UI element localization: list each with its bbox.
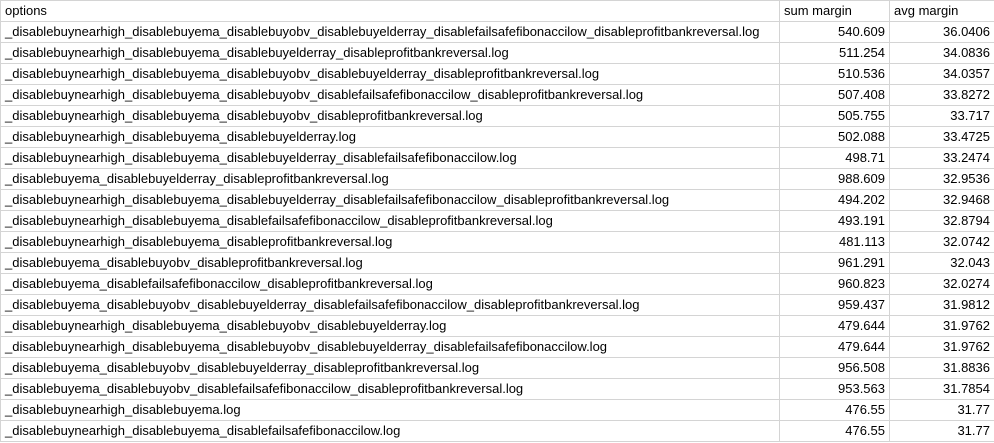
avg-margin-cell[interactable]: 33.2474 <box>889 147 994 169</box>
options-cell[interactable]: _disablebuynearhigh_disablebuyema_disabl… <box>0 21 780 43</box>
sum-margin-cell[interactable]: 494.202 <box>779 189 890 211</box>
avg-margin-cell[interactable]: 31.9762 <box>889 315 994 337</box>
avg-margin-cell[interactable]: 32.0742 <box>889 231 994 253</box>
options-cell[interactable]: _disablebuyema_disablebuyobv_disablebuye… <box>0 357 780 379</box>
options-cell[interactable]: _disablebuynearhigh_disablebuyema.log <box>0 399 780 421</box>
options-cell[interactable]: _disablebuynearhigh_disablebuyema_disabl… <box>0 315 780 337</box>
sum-margin-cell[interactable]: 540.609 <box>779 21 890 43</box>
table-row: _disablebuynearhigh_disablebuyema_disabl… <box>0 105 994 127</box>
table-row: _disablebuynearhigh_disablebuyema_disabl… <box>0 336 994 358</box>
sum-margin-cell[interactable]: 953.563 <box>779 378 890 400</box>
sum-margin-cell[interactable]: 481.113 <box>779 231 890 253</box>
avg-margin-cell[interactable]: 31.77 <box>889 420 994 442</box>
avg-margin-cell[interactable]: 34.0357 <box>889 63 994 85</box>
table-row: _disablebuynearhigh_disablebuyema_disabl… <box>0 42 994 64</box>
results-table: options sum margin avg margin _disablebu… <box>0 0 994 442</box>
avg-margin-cell[interactable]: 31.9812 <box>889 294 994 316</box>
table-row: _disablebuyema_disablebuyobv_disableprof… <box>0 252 994 274</box>
avg-margin-cell[interactable]: 32.9468 <box>889 189 994 211</box>
avg-margin-cell[interactable]: 32.9536 <box>889 168 994 190</box>
avg-margin-cell[interactable]: 33.4725 <box>889 126 994 148</box>
table-row: _disablebuyema_disablebuyobv_disablebuye… <box>0 294 994 316</box>
avg-margin-cell[interactable]: 34.0836 <box>889 42 994 64</box>
options-cell[interactable]: _disablebuynearhigh_disablebuyema_disabl… <box>0 336 780 358</box>
table-row: _disablebuynearhigh_disablebuyema_disabl… <box>0 84 994 106</box>
sum-margin-cell[interactable]: 959.437 <box>779 294 890 316</box>
options-cell[interactable]: _disablebuyema_disablebuyobv_disablefail… <box>0 378 780 400</box>
header-avg-margin[interactable]: avg margin <box>889 0 994 22</box>
table-row: _disablebuynearhigh_disablebuyema_disabl… <box>0 147 994 169</box>
header-row: options sum margin avg margin <box>0 0 994 22</box>
avg-margin-cell[interactable]: 33.8272 <box>889 84 994 106</box>
sum-margin-cell[interactable]: 479.644 <box>779 315 890 337</box>
avg-margin-cell[interactable]: 36.0406 <box>889 21 994 43</box>
header-options[interactable]: options <box>0 0 780 22</box>
table-row: _disablebuynearhigh_disablebuyema.log 476… <box>0 399 994 421</box>
options-cell[interactable]: _disablebuynearhigh_disablebuyema_disabl… <box>0 126 780 148</box>
options-cell[interactable]: _disablebuynearhigh_disablebuyema_disabl… <box>0 420 780 442</box>
table-row: _disablebuynearhigh_disablebuyema_disabl… <box>0 63 994 85</box>
avg-margin-cell[interactable]: 31.8836 <box>889 357 994 379</box>
sum-margin-cell[interactable]: 956.508 <box>779 357 890 379</box>
avg-margin-cell[interactable]: 32.0274 <box>889 273 994 295</box>
table-row: _disablebuynearhigh_disablebuyema_disabl… <box>0 210 994 232</box>
table-row: _disablebuynearhigh_disablebuyema_disabl… <box>0 189 994 211</box>
options-cell[interactable]: _disablebuynearhigh_disablebuyema_disabl… <box>0 63 780 85</box>
options-cell[interactable]: _disablebuyema_disablefailsafefibonaccil… <box>0 273 780 295</box>
sum-margin-cell[interactable]: 476.55 <box>779 399 890 421</box>
table-row: _disablebuyema_disablebuyobv_disablefail… <box>0 378 994 400</box>
options-cell[interactable]: _disablebuyema_disablebuyelderray_disabl… <box>0 168 780 190</box>
avg-margin-cell[interactable]: 32.8794 <box>889 210 994 232</box>
table-row: _disablebuynearhigh_disablebuyema_disabl… <box>0 126 994 148</box>
sum-margin-cell[interactable]: 502.088 <box>779 126 890 148</box>
avg-margin-cell[interactable]: 33.717 <box>889 105 994 127</box>
options-cell[interactable]: _disablebuynearhigh_disablebuyema_disabl… <box>0 105 780 127</box>
sum-margin-cell[interactable]: 511.254 <box>779 42 890 64</box>
options-cell[interactable]: _disablebuyema_disablebuyobv_disablebuye… <box>0 294 780 316</box>
sum-margin-cell[interactable]: 988.609 <box>779 168 890 190</box>
avg-margin-cell[interactable]: 31.7854 <box>889 378 994 400</box>
options-cell[interactable]: _disablebuyema_disablebuyobv_disableprof… <box>0 252 780 274</box>
table-row: _disablebuyema_disablebuyobv_disablebuye… <box>0 357 994 379</box>
options-cell[interactable]: _disablebuynearhigh_disablebuyema_disabl… <box>0 42 780 64</box>
sum-margin-cell[interactable]: 961.291 <box>779 252 890 274</box>
table-row: _disablebuyema_disablefailsafefibonaccil… <box>0 273 994 295</box>
sum-margin-cell[interactable]: 476.55 <box>779 420 890 442</box>
sum-margin-cell[interactable]: 493.191 <box>779 210 890 232</box>
options-cell[interactable]: _disablebuynearhigh_disablebuyema_disabl… <box>0 147 780 169</box>
table-row: _disablebuynearhigh_disablebuyema_disabl… <box>0 21 994 43</box>
table-row: _disablebuynearhigh_disablebuyema_disabl… <box>0 315 994 337</box>
header-sum-margin[interactable]: sum margin <box>779 0 890 22</box>
table-row: _disablebuynearhigh_disablebuyema_disabl… <box>0 231 994 253</box>
sum-margin-cell[interactable]: 505.755 <box>779 105 890 127</box>
sum-margin-cell[interactable]: 510.536 <box>779 63 890 85</box>
table-row: _disablebuyema_disablebuyelderray_disabl… <box>0 168 994 190</box>
sum-margin-cell[interactable]: 507.408 <box>779 84 890 106</box>
options-cell[interactable]: _disablebuynearhigh_disablebuyema_disabl… <box>0 84 780 106</box>
options-cell[interactable]: _disablebuynearhigh_disablebuyema_disabl… <box>0 189 780 211</box>
avg-margin-cell[interactable]: 31.9762 <box>889 336 994 358</box>
sum-margin-cell[interactable]: 479.644 <box>779 336 890 358</box>
sum-margin-cell[interactable]: 498.71 <box>779 147 890 169</box>
sum-margin-cell[interactable]: 960.823 <box>779 273 890 295</box>
options-cell[interactable]: _disablebuynearhigh_disablebuyema_disabl… <box>0 231 780 253</box>
avg-margin-cell[interactable]: 31.77 <box>889 399 994 421</box>
avg-margin-cell[interactable]: 32.043 <box>889 252 994 274</box>
options-cell[interactable]: _disablebuynearhigh_disablebuyema_disabl… <box>0 210 780 232</box>
table-row: _disablebuynearhigh_disablebuyema_disabl… <box>0 420 994 442</box>
